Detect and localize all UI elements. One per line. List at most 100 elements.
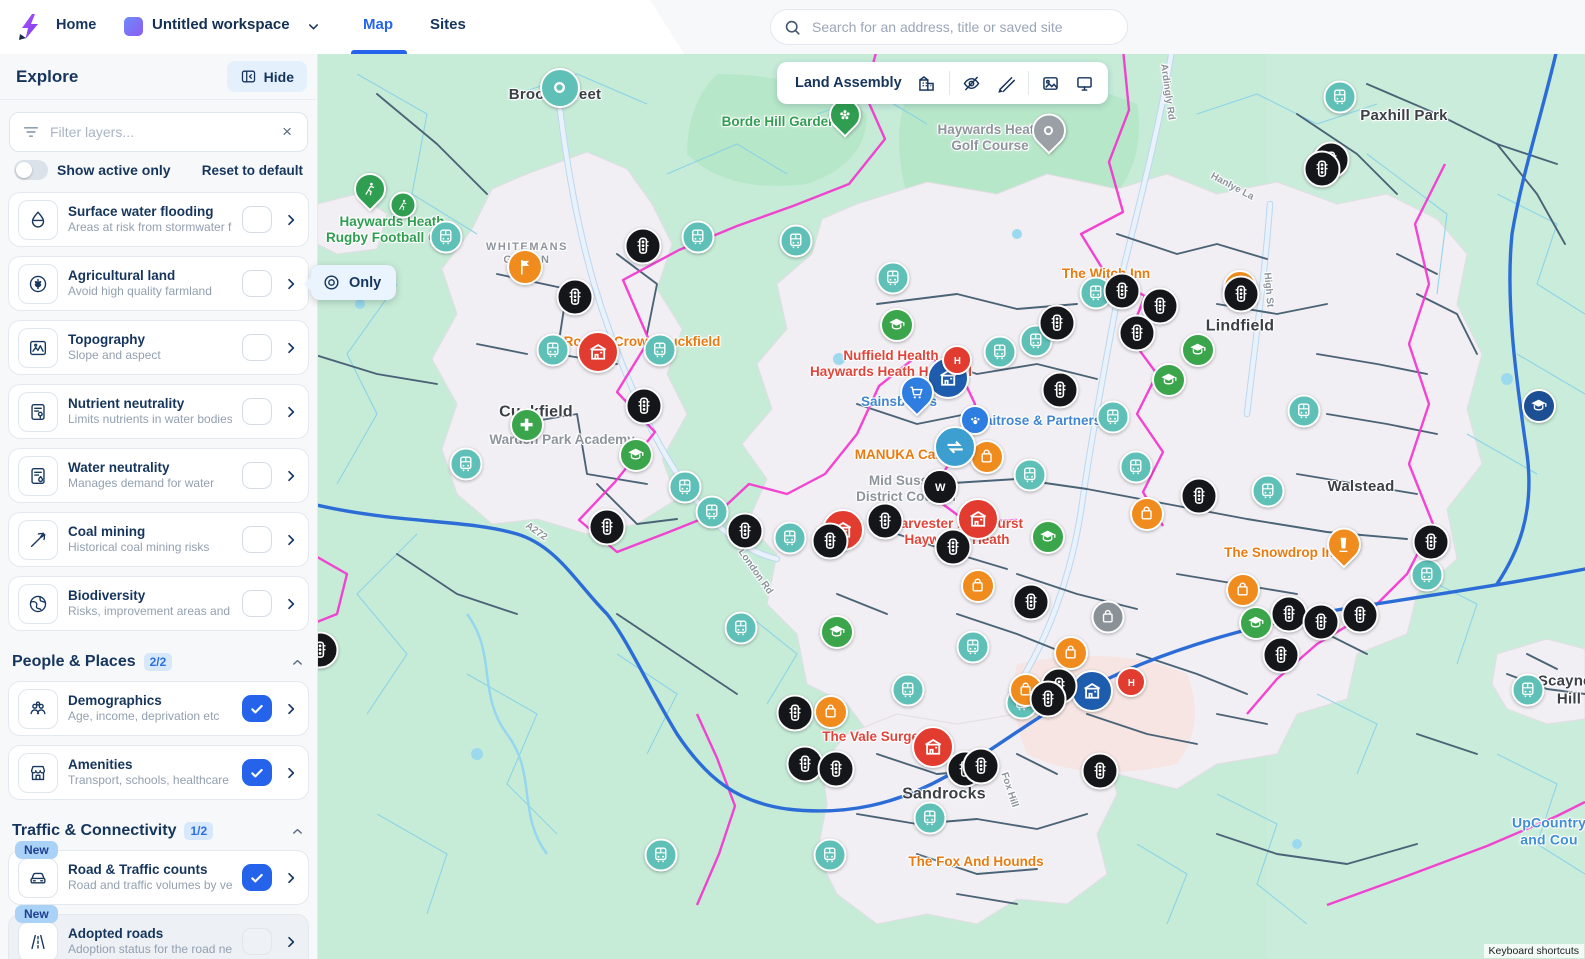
college-marker[interactable] xyxy=(1522,389,1556,423)
bus-stop-marker[interactable] xyxy=(913,801,947,835)
transport-hub-marker[interactable] xyxy=(540,68,580,108)
traffic-count-marker[interactable] xyxy=(1262,636,1300,674)
slice-parcels-icon[interactable] xyxy=(989,66,1023,100)
traffic-count-marker[interactable] xyxy=(1270,595,1308,633)
layer-card-coal-mining[interactable]: Coal mining Historical coal mining risks xyxy=(8,512,309,567)
traffic-count-marker[interactable] xyxy=(1180,477,1218,515)
keyboard-shortcuts-button[interactable]: Keyboard shortcuts xyxy=(1483,944,1584,958)
bus-stop-marker[interactable] xyxy=(1287,394,1321,428)
bus-stop-marker[interactable] xyxy=(449,447,483,481)
clear-filter-icon[interactable]: × xyxy=(276,120,298,144)
traffic-count-marker[interactable] xyxy=(556,278,594,316)
layer-toggle-nutrient-neutrality[interactable] xyxy=(242,398,272,425)
layer-expand-biodiversity[interactable] xyxy=(283,596,299,612)
traffic-count-marker[interactable] xyxy=(1081,752,1119,790)
traffic-count-marker[interactable] xyxy=(1103,272,1141,310)
civic-building-marker[interactable] xyxy=(1071,670,1113,712)
shop-marker[interactable] xyxy=(1226,573,1260,607)
layer-card-biodiversity[interactable]: Biodiversity Risks, improvement areas and… xyxy=(8,576,309,631)
section-header-people-places[interactable]: People & Places 2/2 xyxy=(0,640,317,681)
shop-marker[interactable] xyxy=(961,569,995,603)
map-canvas[interactable] xyxy=(317,54,1585,959)
screenshot-image-icon[interactable] xyxy=(1034,66,1068,100)
traffic-count-marker[interactable] xyxy=(1302,603,1340,641)
workspace-selector[interactable]: Untitled workspace xyxy=(152,16,290,33)
traffic-count-marker[interactable] xyxy=(624,227,662,265)
layer-toggle-amenities[interactable] xyxy=(242,759,272,786)
traffic-count-marker[interactable] xyxy=(1038,304,1076,342)
workspace-chevron-down-icon[interactable] xyxy=(306,19,321,39)
layer-toggle-demographics[interactable] xyxy=(242,695,272,722)
bus-stop-marker[interactable] xyxy=(1096,400,1130,434)
layer-expand-topography[interactable] xyxy=(283,340,299,356)
layer-card-water-neutrality[interactable]: Water neutrality Manages demand for water xyxy=(8,448,309,503)
layer-toggle-surface-water-flooding[interactable] xyxy=(242,206,272,233)
bus-stop-marker[interactable] xyxy=(956,630,990,664)
golf-marker[interactable] xyxy=(389,191,417,219)
bus-stop-marker[interactable] xyxy=(1511,673,1545,707)
bus-stop-marker[interactable] xyxy=(983,335,1017,369)
traffic-count-marker[interactable] xyxy=(625,387,663,425)
shop-marker[interactable] xyxy=(1130,497,1164,531)
layer-card-agricultural-land[interactable]: Agricultural land Avoid high quality farm… xyxy=(8,256,309,311)
layer-expand-nutrient-neutrality[interactable] xyxy=(283,404,299,420)
layer-toggle-biodiversity[interactable] xyxy=(242,590,272,617)
bus-stop-marker[interactable] xyxy=(668,470,702,504)
school-marker[interactable] xyxy=(880,308,914,342)
traffic-count-marker[interactable] xyxy=(1029,680,1067,718)
bus-stop-marker[interactable] xyxy=(429,220,463,254)
layer-card-amenities[interactable]: Amenities Transport, schools, healthcare … xyxy=(8,745,309,800)
traffic-count-marker[interactable] xyxy=(1041,371,1079,409)
bus-stop-marker[interactable] xyxy=(1410,558,1444,592)
traffic-count-marker[interactable] xyxy=(776,694,814,732)
traffic-count-marker[interactable] xyxy=(588,508,626,546)
layer-card-adopted-roads[interactable]: New Adopted roads Adoption status for the … xyxy=(8,905,309,959)
traffic-count-marker[interactable] xyxy=(934,528,972,566)
layer-expand-adopted-roads[interactable] xyxy=(283,934,299,950)
traffic-count-marker[interactable] xyxy=(811,522,849,560)
filter-layers-input[interactable] xyxy=(9,112,308,152)
layer-expand-agricultural-land[interactable] xyxy=(283,276,299,292)
layer-card-surface-water-flooding[interactable]: Surface water flooding Areas at risk from… xyxy=(8,192,309,247)
bus-stop-marker[interactable] xyxy=(1013,458,1047,492)
bus-stop-marker[interactable] xyxy=(876,261,910,295)
home-button[interactable]: Home xyxy=(56,17,96,33)
school-marker[interactable] xyxy=(820,615,854,649)
layer-expand-road-traffic-counts[interactable] xyxy=(283,870,299,886)
retail-w-marker[interactable]: W xyxy=(922,469,958,505)
traffic-count-marker[interactable] xyxy=(1412,523,1450,561)
shop-marker[interactable] xyxy=(814,695,848,729)
flag-poi-marker[interactable] xyxy=(507,249,543,285)
school-marker[interactable] xyxy=(1031,520,1065,554)
layer-toggle-agricultural-land[interactable] xyxy=(242,270,272,297)
hospital-marker[interactable]: H xyxy=(942,345,972,375)
traffic-count-marker[interactable] xyxy=(1341,596,1379,634)
bus-stop-marker[interactable] xyxy=(1323,80,1357,114)
shop-marker[interactable] xyxy=(1054,636,1088,670)
traffic-count-marker[interactable] xyxy=(726,512,764,550)
school-marker[interactable] xyxy=(619,438,653,472)
bus-stop-marker[interactable] xyxy=(773,521,807,555)
traffic-count-marker[interactable] xyxy=(817,750,855,788)
layer-expand-demographics[interactable] xyxy=(283,701,299,717)
traffic-count-marker[interactable] xyxy=(1303,150,1341,188)
layer-card-topography[interactable]: Topography Slope and aspect xyxy=(8,320,309,375)
layer-toggle-coal-mining[interactable] xyxy=(242,526,272,553)
bus-stop-marker[interactable] xyxy=(813,838,847,872)
layer-card-road-traffic-counts[interactable]: New Road & Traffic counts Road and traffic… xyxy=(8,841,309,905)
layer-expand-coal-mining[interactable] xyxy=(283,532,299,548)
pub-marker[interactable] xyxy=(577,331,619,373)
bus-stop-marker[interactable] xyxy=(681,220,715,254)
layer-expand-surface-water-flooding[interactable] xyxy=(283,212,299,228)
bus-stop-marker[interactable] xyxy=(643,333,677,367)
hide-visibility-icon[interactable] xyxy=(955,66,989,100)
bus-stop-marker[interactable] xyxy=(644,838,678,872)
presentation-monitor-icon[interactable] xyxy=(1068,66,1102,100)
layer-expand-amenities[interactable] xyxy=(283,765,299,781)
land-assembly-buildings-icon[interactable] xyxy=(910,66,944,100)
traffic-count-marker[interactable] xyxy=(866,502,904,540)
bus-stop-marker[interactable] xyxy=(724,611,758,645)
layer-card-nutrient-neutrality[interactable]: Nutrient neutrality Limits nutrients in w… xyxy=(8,384,309,439)
traffic-count-marker[interactable] xyxy=(1222,275,1260,313)
rail-station-marker[interactable] xyxy=(934,426,976,468)
